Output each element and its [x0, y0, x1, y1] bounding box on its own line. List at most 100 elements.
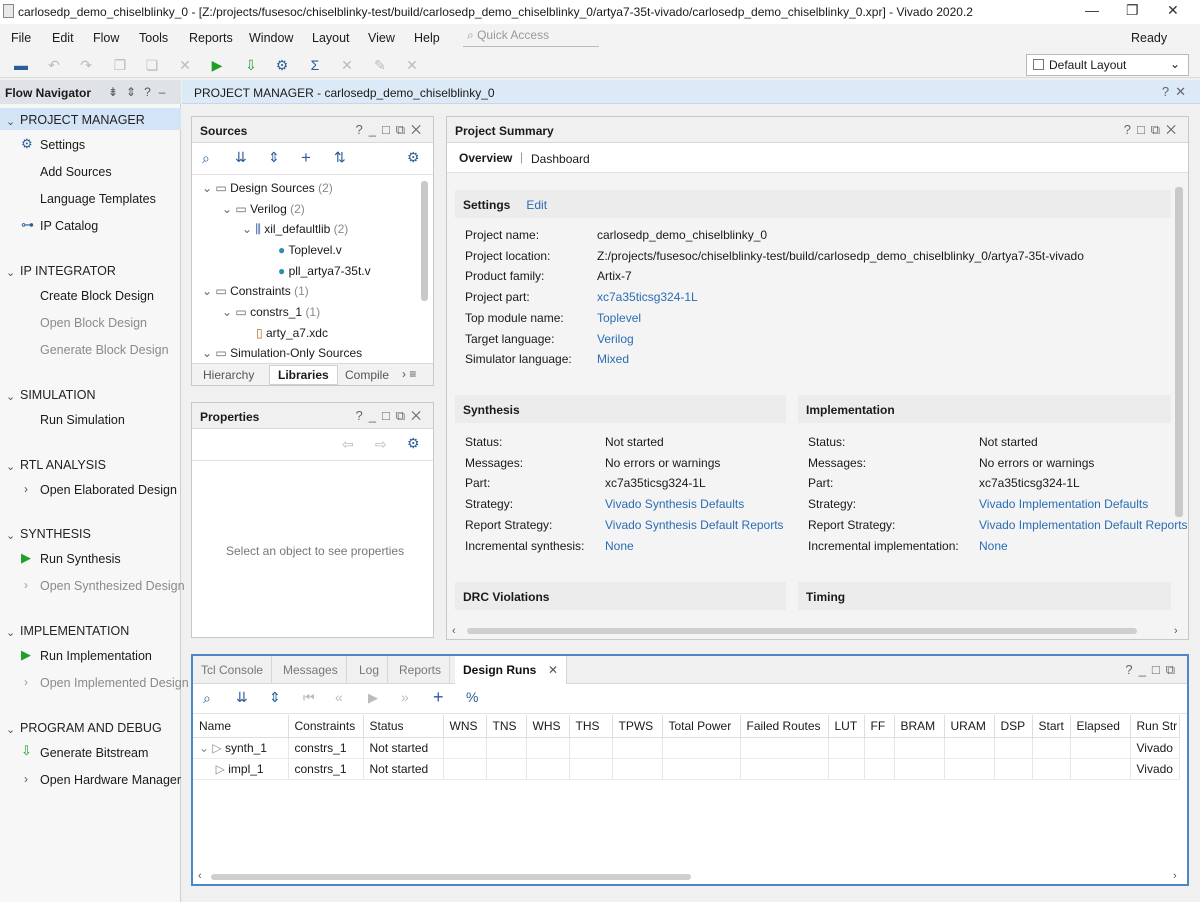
synthesis-value[interactable]: None — [605, 539, 634, 553]
menu-help[interactable]: Help — [414, 31, 440, 45]
redo-icon[interactable]: ↷ — [77, 56, 95, 74]
column-header[interactable]: URAM — [944, 715, 995, 738]
section-program-debug[interactable]: PROGRAM AND DEBUG — [20, 721, 162, 735]
sources-scrollbar[interactable] — [421, 181, 428, 301]
chevron-down-icon[interactable]: ⌄ — [6, 460, 15, 473]
play-icon[interactable]: ▶ — [368, 690, 378, 706]
nav-open-implemented-design[interactable]: Open Implemented Design — [40, 676, 189, 690]
search-icon[interactable]: ⌕ — [202, 150, 210, 167]
column-header[interactable]: TNS — [486, 715, 527, 738]
tab-tcl-console[interactable]: Tcl Console — [193, 656, 273, 684]
open-project-icon[interactable]: ▬ — [12, 56, 30, 74]
tab-log[interactable]: Log — [351, 656, 389, 684]
edit-link[interactable]: Edit — [526, 198, 547, 212]
nav-open-elaborated-design[interactable]: Open Elaborated Design — [40, 483, 177, 497]
nav-generate-block-design[interactable]: Generate Block Design — [40, 343, 169, 357]
summary-vscrollbar[interactable] — [1175, 187, 1183, 517]
table-row[interactable]: ⌄ ▷ synth_1 constrs_1 Not started Vivado — [193, 737, 1180, 759]
nav-open-block-design[interactable]: Open Block Design — [40, 316, 147, 330]
tab-messages[interactable]: Messages — [275, 656, 347, 684]
tab-reports[interactable]: Reports — [391, 656, 451, 684]
menu-window[interactable]: Window — [249, 31, 293, 45]
chevron-down-icon[interactable]: ⌄ — [6, 115, 15, 128]
nav-open-hardware-manager[interactable]: Open Hardware Manager — [40, 773, 181, 787]
table-row[interactable]: ▷ impl_1 constrs_1 Not started Vivado — [193, 758, 1180, 780]
column-header[interactable]: Failed Routes — [740, 715, 829, 738]
nav-add-sources[interactable]: Add Sources — [40, 165, 112, 179]
column-header[interactable]: FF — [864, 715, 895, 738]
back-icon[interactable]: ⇦ — [342, 436, 354, 453]
gear-icon[interactable]: ⚙ — [407, 435, 420, 452]
scroll-left-icon[interactable]: ‹ — [198, 870, 202, 882]
chevron-down-icon[interactable]: ⌄ — [6, 723, 15, 736]
tree-file-pll[interactable]: ● pll_artya7-35t.v — [278, 264, 371, 278]
forward-icon[interactable]: ⇨ — [375, 436, 387, 453]
column-header[interactable]: Total Power — [662, 715, 741, 738]
expand-arrow-icon[interactable]: ▷ — [199, 762, 228, 776]
run-icon[interactable]: ▶ — [208, 56, 226, 74]
chevron-right-icon[interactable]: › — [24, 772, 28, 786]
help-close-icons[interactable]: ?✕ — [1162, 84, 1192, 100]
menu-file[interactable]: File — [11, 31, 31, 45]
tree-xil-defaultlib[interactable]: ⌄ ⫼ xil_defaultlib (2) — [242, 222, 348, 237]
nav-ip-catalog[interactable]: IP Catalog — [40, 219, 98, 233]
section-ip-integrator[interactable]: IP INTEGRATOR — [20, 264, 116, 278]
tree-file-xdc[interactable]: ▯ arty_a7.xdc — [256, 326, 328, 340]
chevron-down-icon[interactable]: ⌄ — [6, 626, 15, 639]
tree-file-toplevel[interactable]: ● Toplevel.v — [278, 243, 342, 257]
add-icon[interactable]: + — [433, 687, 444, 708]
column-header[interactable]: Status — [363, 715, 444, 738]
nav-run-synthesis[interactable]: Run Synthesis — [40, 552, 121, 566]
settings-value[interactable]: xc7a35ticsg324-1L — [597, 290, 698, 304]
nav-settings[interactable]: Settings — [40, 138, 85, 152]
tab-overview[interactable]: Overview — [459, 151, 512, 165]
nav-open-synthesized-design[interactable]: Open Synthesized Design — [40, 579, 185, 593]
column-header[interactable]: LUT — [828, 715, 865, 738]
tools-icon[interactable]: ✕ — [338, 56, 356, 74]
menu-reports[interactable]: Reports — [189, 31, 233, 45]
section-rtl-analysis[interactable]: RTL ANALYSIS — [20, 458, 106, 472]
tree-design-sources[interactable]: ⌄ ▭ Design Sources (2) — [202, 181, 333, 195]
settings-value[interactable]: Toplevel — [597, 311, 641, 325]
section-project-manager[interactable]: PROJECT MANAGER — [20, 113, 145, 127]
settings-gear-icon[interactable]: ⚙ — [273, 56, 291, 74]
settings-value[interactable]: Mixed — [597, 352, 629, 366]
gear-icon[interactable]: ⚙ — [407, 149, 420, 166]
menu-flow[interactable]: Flow — [93, 31, 119, 45]
nav-language-templates[interactable]: Language Templates — [40, 192, 156, 206]
minimize-icon[interactable]: — — [1085, 2, 1099, 18]
implementation-value[interactable]: Vivado Implementation Defaults — [979, 497, 1148, 511]
expand-all-icon[interactable]: ⇕ — [269, 689, 281, 706]
column-header[interactable]: TPWS — [612, 715, 663, 738]
tab-dashboard[interactable]: Dashboard — [531, 152, 590, 166]
copy-icon[interactable]: ❐ — [111, 56, 129, 74]
undo-icon[interactable]: ↶ — [45, 56, 63, 74]
settings-value[interactable]: Verilog — [597, 332, 634, 346]
previous-icon[interactable]: « — [335, 689, 343, 705]
chevron-down-icon[interactable]: ⌄ — [6, 390, 15, 403]
sort-icon[interactable]: ⇅ — [334, 149, 346, 166]
column-header[interactable]: Run Str — [1130, 715, 1180, 738]
paste-icon[interactable]: ❏ — [143, 56, 161, 74]
column-header[interactable]: BRAM — [894, 715, 945, 738]
quick-access-input[interactable]: ⌕ Quick Access — [463, 28, 599, 47]
panel-controls[interactable]: ?_□⧉ — [1125, 662, 1181, 678]
menu-edit[interactable]: Edit — [52, 31, 74, 45]
close-window-icon[interactable]: ✕ — [1167, 2, 1179, 19]
synthesis-value[interactable]: Vivado Synthesis Default Reports — [605, 518, 784, 532]
scroll-right-icon[interactable]: › — [1174, 625, 1178, 637]
flow-nav-controls[interactable]: ⇟⇕?– — [108, 85, 173, 99]
section-implementation[interactable]: IMPLEMENTATION — [20, 624, 129, 638]
cancel-icon[interactable]: ✕ — [403, 56, 421, 74]
percent-icon[interactable]: % — [466, 689, 478, 705]
menu-layout[interactable]: Layout — [312, 31, 350, 45]
scroll-left-icon[interactable]: ‹ — [452, 625, 456, 637]
chevron-down-icon[interactable]: ⌄ — [6, 529, 15, 542]
tab-design-runs[interactable]: Design Runs ✕ — [455, 656, 567, 684]
nav-run-implementation[interactable]: Run Implementation — [40, 649, 152, 663]
nav-run-simulation[interactable]: Run Simulation — [40, 413, 125, 427]
menu-tools[interactable]: Tools — [139, 31, 168, 45]
collapse-all-icon[interactable]: ⇊ — [235, 149, 247, 166]
tab-hierarchy[interactable]: Hierarchy — [203, 368, 254, 382]
search-icon[interactable]: ⌕ — [203, 690, 211, 707]
